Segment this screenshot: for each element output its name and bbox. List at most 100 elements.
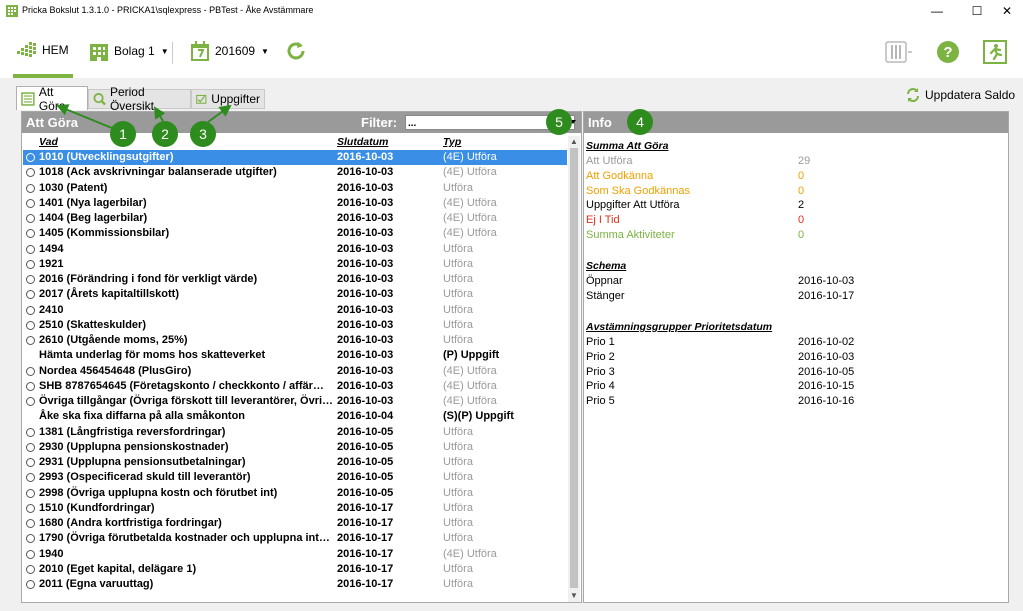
status-circle-icon — [26, 442, 35, 452]
callout-badge-3: 3 — [190, 121, 216, 147]
table-row[interactable]: 1018 (Ack avskrivningar balanserade utgi… — [23, 165, 567, 180]
table-row[interactable]: 2931 (Upplupna pensionsutbetalningar) 201… — [23, 455, 567, 470]
status-circle-icon — [26, 519, 35, 528]
row-vad: 1921 — [39, 257, 64, 270]
row-typ: (4E) Utföra — [443, 379, 497, 392]
refresh-icon — [287, 42, 305, 60]
callout-badge-4: 4 — [627, 109, 653, 135]
column-header-typ[interactable]: Typ — [443, 136, 461, 148]
row-typ: (4E) Utföra — [443, 196, 497, 209]
status-circle-icon — [26, 458, 35, 467]
row-typ: (4E) Utföra — [443, 547, 497, 560]
prio-label: Prio 3 — [586, 365, 615, 378]
company-dropdown[interactable]: Bolag 1 ▼ — [88, 40, 169, 62]
scroll-thumb[interactable] — [570, 148, 578, 588]
status-circle-icon — [26, 549, 35, 559]
table-row[interactable]: 1921 2016-10-03 Utföra — [23, 257, 567, 272]
row-vad: 2017 (Årets kapitaltillskott) — [39, 288, 179, 301]
table-row[interactable]: Övriga tillgångar (Övriga förskott till … — [23, 394, 567, 409]
row-typ: Utföra — [443, 501, 473, 514]
row-slutdatum: 2016-10-05 — [337, 425, 394, 438]
tab-uppgifter[interactable]: Uppgifter — [191, 89, 265, 109]
help-button[interactable]: ? — [937, 41, 963, 63]
table-row[interactable]: 1790 (Övriga förutbetalda kostnader och … — [23, 531, 567, 546]
table-row[interactable]: 1405 (Kommissionsbilar) 2016-10-03 (4E) Ut… — [23, 226, 567, 241]
settings-sliders-button[interactable] — [885, 41, 917, 63]
status-circle-icon — [26, 275, 35, 284]
table-row[interactable]: 2998 (Övriga upplupna kostn och förutbet… — [23, 486, 567, 501]
calendar-icon — [191, 41, 209, 61]
table-row[interactable]: 1404 (Beg lagerbilar) 2016-10-03 (4E) Utfö… — [23, 211, 567, 226]
row-slutdatum: 2016-10-05 — [337, 440, 394, 453]
schema-value: 2016-10-17 — [798, 289, 855, 302]
status-circle-icon — [26, 336, 35, 345]
status-circle-icon — [26, 214, 35, 223]
table-row[interactable]: 2010 (Eget kapital, delägare 1) 2016-10-1… — [23, 562, 567, 577]
prio-value: 2016-10-15 — [798, 380, 855, 393]
row-slutdatum: 2016-10-03 — [337, 181, 394, 194]
toolbar-divider — [172, 42, 173, 64]
status-circle-icon — [26, 397, 35, 406]
table-row[interactable]: 1401 (Nya lagerbilar) 2016-10-03 (4E) Utfö… — [23, 196, 567, 211]
status-circle-icon — [26, 305, 35, 315]
prio-row: Prio 3 2016-10-05 — [586, 365, 1006, 380]
table-row[interactable]: 1510 (Kundfordringar) 2016-10-17 Utföra — [23, 501, 567, 516]
table-row[interactable]: 1010 (Utvecklingsutgifter) 2016-10-03 (4E)… — [23, 150, 567, 165]
table-row[interactable]: 2016 (Förändring i fond för verkligt vär… — [23, 272, 567, 287]
maximize-button[interactable]: ☐ — [960, 0, 994, 22]
period-label: 201609 — [215, 44, 256, 58]
table-row[interactable]: 1940 2016-10-17 (4E) Utföra — [23, 547, 567, 562]
summary-label: Ej I Tid — [586, 214, 620, 226]
table-row[interactable]: 2011 (Egna varuuttag) 2016-10-17 Utföra — [23, 577, 567, 592]
row-vad: 1510 (Kundfordringar) — [39, 501, 155, 514]
minimize-button[interactable]: — — [920, 0, 954, 22]
column-header-slutdatum[interactable]: Slutdatum — [337, 136, 388, 148]
table-row[interactable]: Hämta underlag för moms hos skatteverket… — [23, 348, 567, 363]
table-row[interactable]: Åke ska fixa diffarna på alla småkonton 2… — [23, 409, 567, 424]
row-vad: 2510 (Skatteskulder) — [39, 318, 146, 331]
scroll-down-arrow-icon[interactable]: ▼ — [568, 590, 580, 602]
scroll-up-arrow-icon[interactable]: ▲ — [568, 136, 580, 148]
table-row[interactable]: Nordea 456454648 (PlusGiro) 2016-10-03 (4E… — [23, 364, 567, 379]
row-typ: Utföra — [443, 517, 473, 529]
summary-row: Som Ska Godkännas 0 — [586, 184, 1006, 199]
filter-label: Filter: — [361, 115, 398, 130]
table-row[interactable]: 2993 (Ospecificerad skuld till leverantö… — [23, 470, 567, 485]
schema-row: Öppnar 2016-10-03 — [586, 274, 1006, 289]
home-button[interactable]: HEM — [16, 40, 69, 60]
period-dropdown[interactable]: 201609 ▼ — [189, 40, 269, 62]
table-row[interactable]: 2410 2016-10-03 Utföra — [23, 303, 567, 318]
table-row[interactable]: 1030 (Patent) 2016-10-03 Utföra — [23, 181, 567, 196]
row-slutdatum: 2016-10-03 — [337, 334, 394, 346]
update-saldo-button[interactable]: Uppdatera Saldo — [905, 87, 1015, 103]
row-slutdatum: 2016-10-17 — [337, 501, 394, 514]
tab-period-oversikt[interactable]: Period Översikt — [88, 85, 191, 113]
table-row[interactable]: 1381 (Långfristiga reversfordringar) 2016… — [23, 425, 567, 440]
table-row[interactable]: SHB 8787654645 (Företagskonto / checkkon… — [23, 379, 567, 394]
table-row[interactable]: 2930 (Upplupna pensionskostnader) 2016-10… — [23, 440, 567, 455]
row-slutdatum: 2016-10-05 — [337, 456, 394, 468]
table-row[interactable]: 2017 (Årets kapitaltillskott) 2016-10-03 U… — [23, 287, 567, 302]
summary-row: Uppgifter Att Utföra 2 — [586, 198, 1006, 213]
table-row[interactable]: 2610 (Utgående moms, 25%) 2016-10-03 Utför… — [23, 333, 567, 348]
prio-label: Prio 1 — [586, 336, 615, 348]
schema-label: Öppnar — [586, 275, 623, 287]
table-row[interactable]: 2510 (Skatteskulder) 2016-10-03 Utföra — [23, 318, 567, 333]
row-typ: (4E) Utföra — [443, 151, 497, 163]
close-button[interactable]: ✕ — [990, 0, 1023, 22]
tab-label: Att Göra — [38, 84, 66, 113]
column-header-vad[interactable]: Vad — [39, 136, 58, 148]
refresh-button[interactable] — [285, 40, 311, 62]
table-row[interactable]: 1494 2016-10-03 Utföra — [23, 242, 567, 257]
row-typ: Utföra — [443, 456, 473, 468]
table-row[interactable]: 1680 (Andra kortfristiga fordringar) 2016… — [23, 516, 567, 531]
row-vad: 1018 (Ack avskrivningar balanserade utgi… — [39, 166, 277, 179]
toolbar: HEM Bolag 1 ▼ 201609 ▼ ? — [0, 22, 1023, 78]
vertical-scrollbar[interactable]: ▲ ▼ — [568, 136, 580, 602]
exit-button[interactable] — [983, 40, 1011, 64]
home-active-indicator — [13, 74, 73, 78]
summary-label: Summa Aktiviteter — [586, 228, 675, 241]
prio-label: Prio 2 — [586, 350, 615, 363]
prio-row: Prio 4 2016-10-15 — [586, 379, 1006, 394]
tab-att-gora[interactable]: Att Göra — [16, 84, 88, 113]
